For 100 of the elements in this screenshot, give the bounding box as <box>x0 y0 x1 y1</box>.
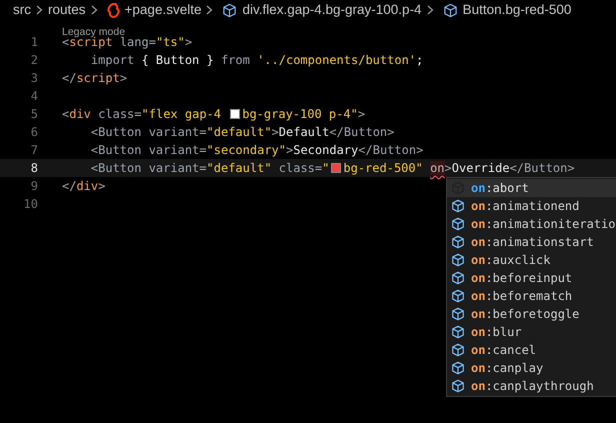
line-number: 6 <box>30 125 38 139</box>
code-token: > <box>286 143 294 157</box>
code-token: script <box>69 35 113 49</box>
line-number: 8 <box>30 161 38 175</box>
line-number: 4 <box>30 89 38 103</box>
code-token: </ <box>358 143 373 157</box>
cube-icon <box>451 199 465 213</box>
suggestion-item[interactable]: on:beforematch <box>447 287 616 305</box>
suggestion-item[interactable]: on:beforetoggle <box>447 305 616 323</box>
cube-icon <box>451 253 465 267</box>
code-token: Button <box>98 161 142 175</box>
code-token: > <box>567 161 575 175</box>
code-token: { Button } <box>140 53 215 67</box>
suggestion-item[interactable]: on:beforeinput <box>447 269 616 287</box>
svelte-logo-icon <box>106 2 120 18</box>
cube-icon <box>451 289 465 303</box>
code-token: = <box>314 161 322 175</box>
code-token: variant <box>148 161 200 175</box>
code-token: lang <box>120 35 149 49</box>
code-token: Button <box>372 143 416 157</box>
code-token: > <box>272 125 279 139</box>
code-token: > <box>120 71 128 85</box>
code-token: Button <box>98 143 142 157</box>
code-token: from <box>220 53 250 67</box>
code-token: Secondary <box>293 143 358 157</box>
code-token: script <box>76 71 120 85</box>
code-token: = <box>148 35 156 49</box>
code-token: "default" <box>206 125 272 139</box>
breadcrumb-item[interactable]: Button.bg-red-500 <box>462 1 572 19</box>
cube-icon <box>451 325 465 339</box>
line-number: 1 <box>30 35 38 49</box>
code-token: bg-red-500" <box>343 161 424 175</box>
suggestion-item[interactable]: on:canplaythrough <box>447 377 616 395</box>
line-number: 10 <box>22 197 38 211</box>
code-token: < <box>90 143 98 157</box>
code-token: " <box>322 161 330 175</box>
code-token: '../components/button' <box>256 53 416 67</box>
code-token: > <box>416 143 424 157</box>
suggestion-item[interactable]: on:animationend <box>447 197 616 215</box>
code-token: = <box>199 143 207 157</box>
code-token: variant <box>148 125 200 139</box>
cube-icon <box>451 361 465 375</box>
breadcrumb-item[interactable]: div.flex.gap-4.bg-gray-100.p-4 <box>242 1 422 19</box>
code-token: > <box>98 179 106 193</box>
suggestion-item[interactable]: on:animationstart <box>447 233 616 251</box>
code-token: class <box>278 161 315 175</box>
suggestion-item[interactable]: on:animationiteratio <box>447 215 616 233</box>
suggestion-item[interactable]: on:auxclick <box>447 251 616 269</box>
code-token: Button <box>344 125 388 139</box>
suggestion-item[interactable]: on:abort <box>447 179 616 197</box>
code-token: < <box>90 125 98 139</box>
code-token: = <box>134 107 142 121</box>
line-number: 2 <box>30 53 38 67</box>
code-token: </ <box>329 125 344 139</box>
code-token: bg-gray-100 p-4" <box>242 107 358 121</box>
code-token: ; <box>416 53 424 67</box>
code-token: variant <box>148 143 200 157</box>
line-number: 9 <box>30 179 38 193</box>
cube-icon <box>451 379 465 393</box>
cube-icon <box>451 271 465 285</box>
code-token: = <box>199 161 207 175</box>
line-number: 7 <box>30 143 38 157</box>
code-token: < <box>90 161 98 175</box>
cube-icon <box>451 307 465 321</box>
code-token: "secondary" <box>206 143 286 157</box>
code-token: "flex gap-4 <box>142 107 222 121</box>
code-token: div <box>76 179 98 193</box>
code-token: < <box>62 35 70 49</box>
breadcrumb-item[interactable]: src <box>13 1 31 19</box>
color-swatch[interactable] <box>230 109 240 119</box>
code-token: > <box>444 161 452 175</box>
breadcrumb-item[interactable]: routes <box>48 1 86 19</box>
code-token: > <box>358 107 366 121</box>
code-token: = <box>199 125 207 139</box>
code-token: </ <box>62 179 76 193</box>
cube-icon <box>451 343 465 357</box>
suggestion-item[interactable]: on:blur <box>447 323 616 341</box>
code-token: class <box>97 107 134 121</box>
code-token: </ <box>510 161 524 175</box>
code-token: > <box>184 35 192 49</box>
cube-icon <box>442 2 458 18</box>
code-token: Button <box>98 125 142 139</box>
chevron-icon <box>426 5 434 15</box>
code-token: < <box>62 107 70 121</box>
cube-icon <box>451 235 465 249</box>
line-number: 5 <box>30 107 38 121</box>
code-token: "default" <box>206 161 272 175</box>
code-token: Button <box>524 161 568 175</box>
line-number: 3 <box>30 71 38 85</box>
error-token: on <box>430 161 445 175</box>
suggestion-item[interactable]: on:canplay <box>447 359 616 377</box>
code-token: Override <box>452 161 510 175</box>
code-token: "ts" <box>156 35 185 49</box>
suggestion-item[interactable]: on:cancel <box>447 341 616 359</box>
breadcrumb-item[interactable]: +page.svelte <box>124 1 202 19</box>
chevron-icon <box>206 5 214 15</box>
color-swatch[interactable] <box>331 163 342 173</box>
code-token: div <box>69 107 91 121</box>
code-token: Default <box>278 125 330 139</box>
cube-icon <box>222 2 238 18</box>
